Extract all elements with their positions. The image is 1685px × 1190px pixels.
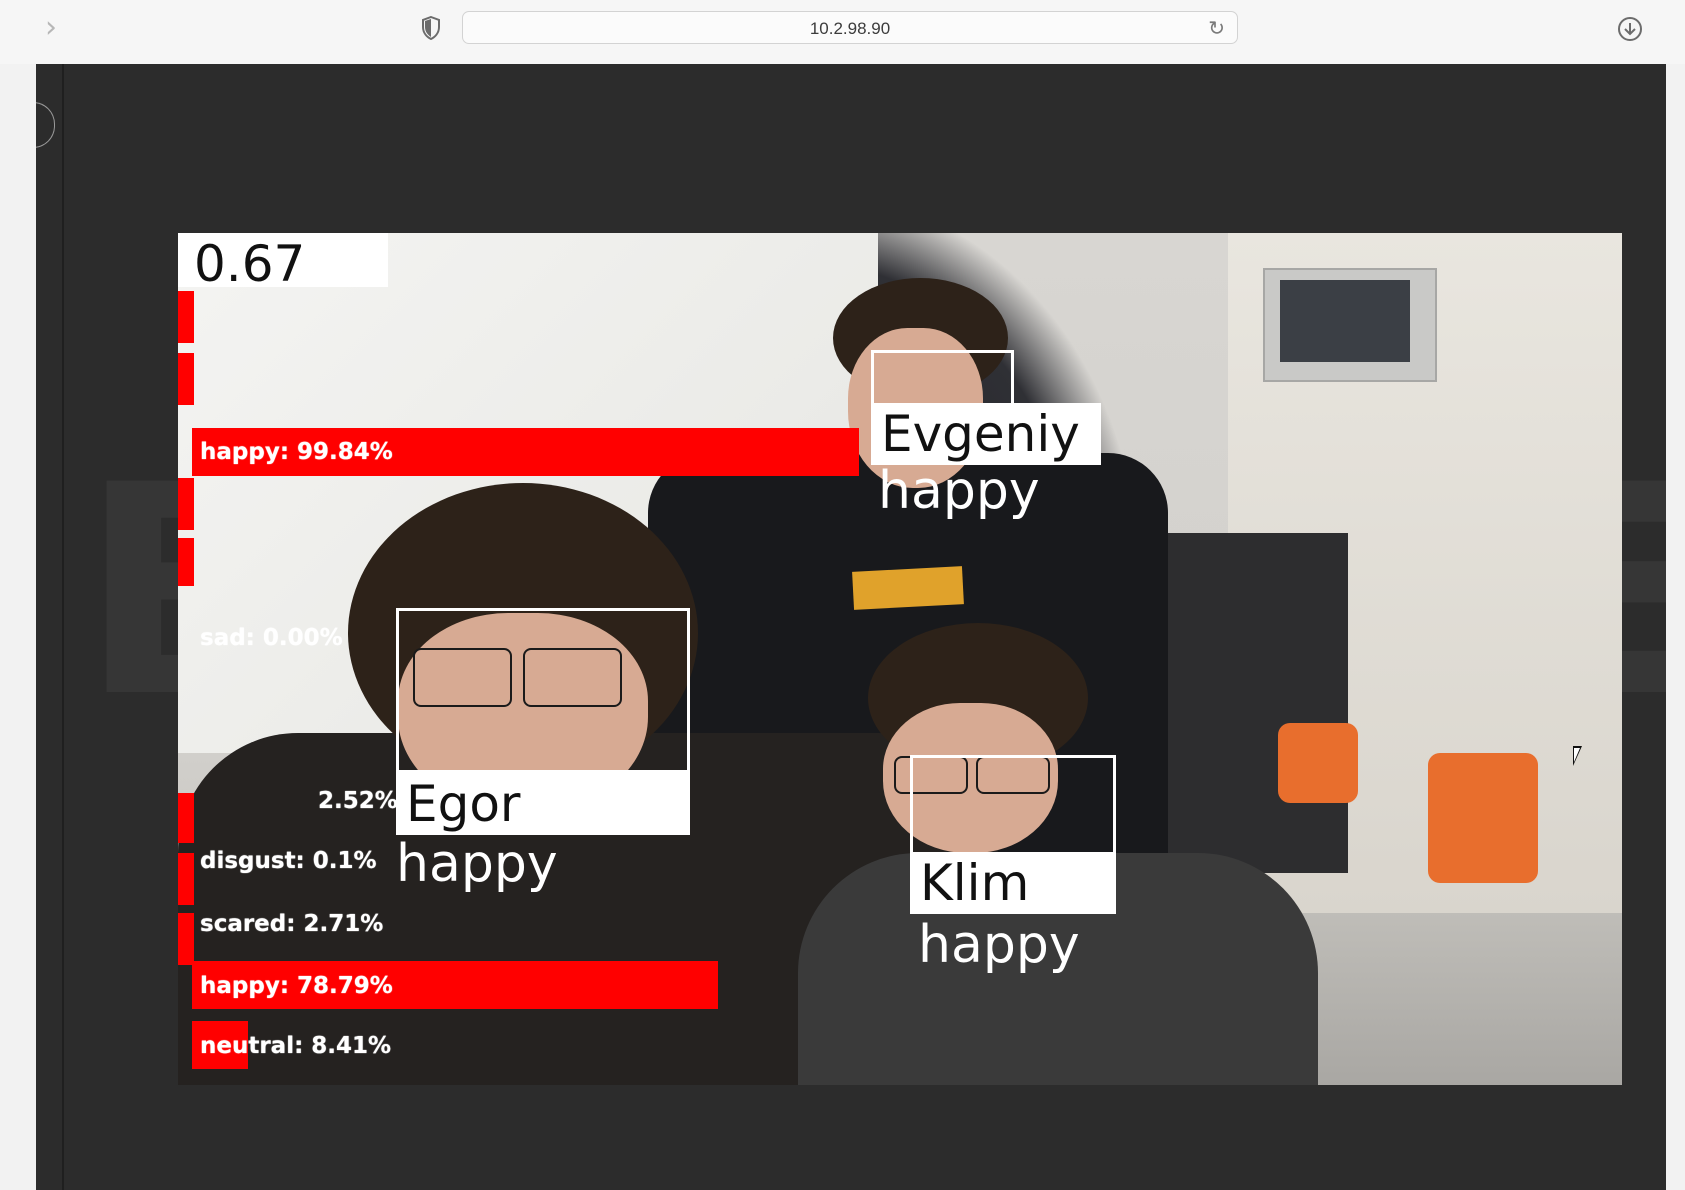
scene-chair xyxy=(1428,753,1538,883)
fps-counter: 0.67 xyxy=(178,233,388,293)
emotion-label: scared: 2.71% xyxy=(200,911,384,937)
scene-ac-unit xyxy=(1263,268,1437,382)
download-icon[interactable] xyxy=(1617,16,1643,48)
face-name-klim: Klim xyxy=(910,852,1116,914)
face-name-egor: Egor xyxy=(396,773,690,835)
emotion-bar-edge xyxy=(178,538,194,586)
page-content: B E 0.67 xyxy=(36,64,1666,1190)
sidebar-divider xyxy=(62,64,64,1190)
emotion-bar-edge xyxy=(178,353,194,405)
emotion-label: happy: 99.84% xyxy=(200,439,393,465)
face-box-evgeniy xyxy=(871,350,1014,406)
emotion-bar-edge xyxy=(178,478,194,530)
face-emotion-evgeniy: happy xyxy=(878,461,1040,521)
mouse-cursor xyxy=(1573,746,1582,766)
emotion-bar-edge xyxy=(178,853,194,905)
emotion-label: disgust: 0.1% xyxy=(200,848,377,874)
emotion-label: 2.52% xyxy=(318,788,398,814)
face-name-evgeniy: Evgeniy xyxy=(871,403,1101,465)
reload-icon[interactable]: ↻ xyxy=(1208,16,1225,40)
face-emotion-egor: happy xyxy=(396,834,558,894)
video-stream: 0.67 happy: 99.84% sad: 0.00% 2.52% disg… xyxy=(178,233,1622,1085)
emotion-label: happy: 78.79% xyxy=(200,973,393,999)
emotion-bar-edge xyxy=(178,291,194,343)
emotion-bar-edge xyxy=(178,913,194,965)
scene-chair xyxy=(1278,723,1358,803)
face-box-egor xyxy=(396,608,690,773)
scene-cabinet xyxy=(1158,533,1348,873)
browser-toolbar: › 10.2.98.90 ↻ xyxy=(0,0,1685,64)
shield-icon[interactable] xyxy=(421,15,440,41)
emotion-bar-edge xyxy=(178,793,194,843)
face-box-klim xyxy=(910,755,1116,855)
fps-value: 0.67 xyxy=(194,235,306,293)
face-emotion-klim: happy xyxy=(918,915,1080,975)
emotion-label: neutral: 8.41% xyxy=(200,1033,392,1059)
address-bar[interactable]: 10.2.98.90 ↻ xyxy=(462,11,1238,44)
logo-fragment xyxy=(36,102,55,148)
emotion-label: sad: 0.00% xyxy=(200,625,343,651)
address-text[interactable]: 10.2.98.90 xyxy=(463,19,1237,39)
shirt-logo xyxy=(852,566,964,610)
chevron-right-icon[interactable]: › xyxy=(45,13,57,43)
